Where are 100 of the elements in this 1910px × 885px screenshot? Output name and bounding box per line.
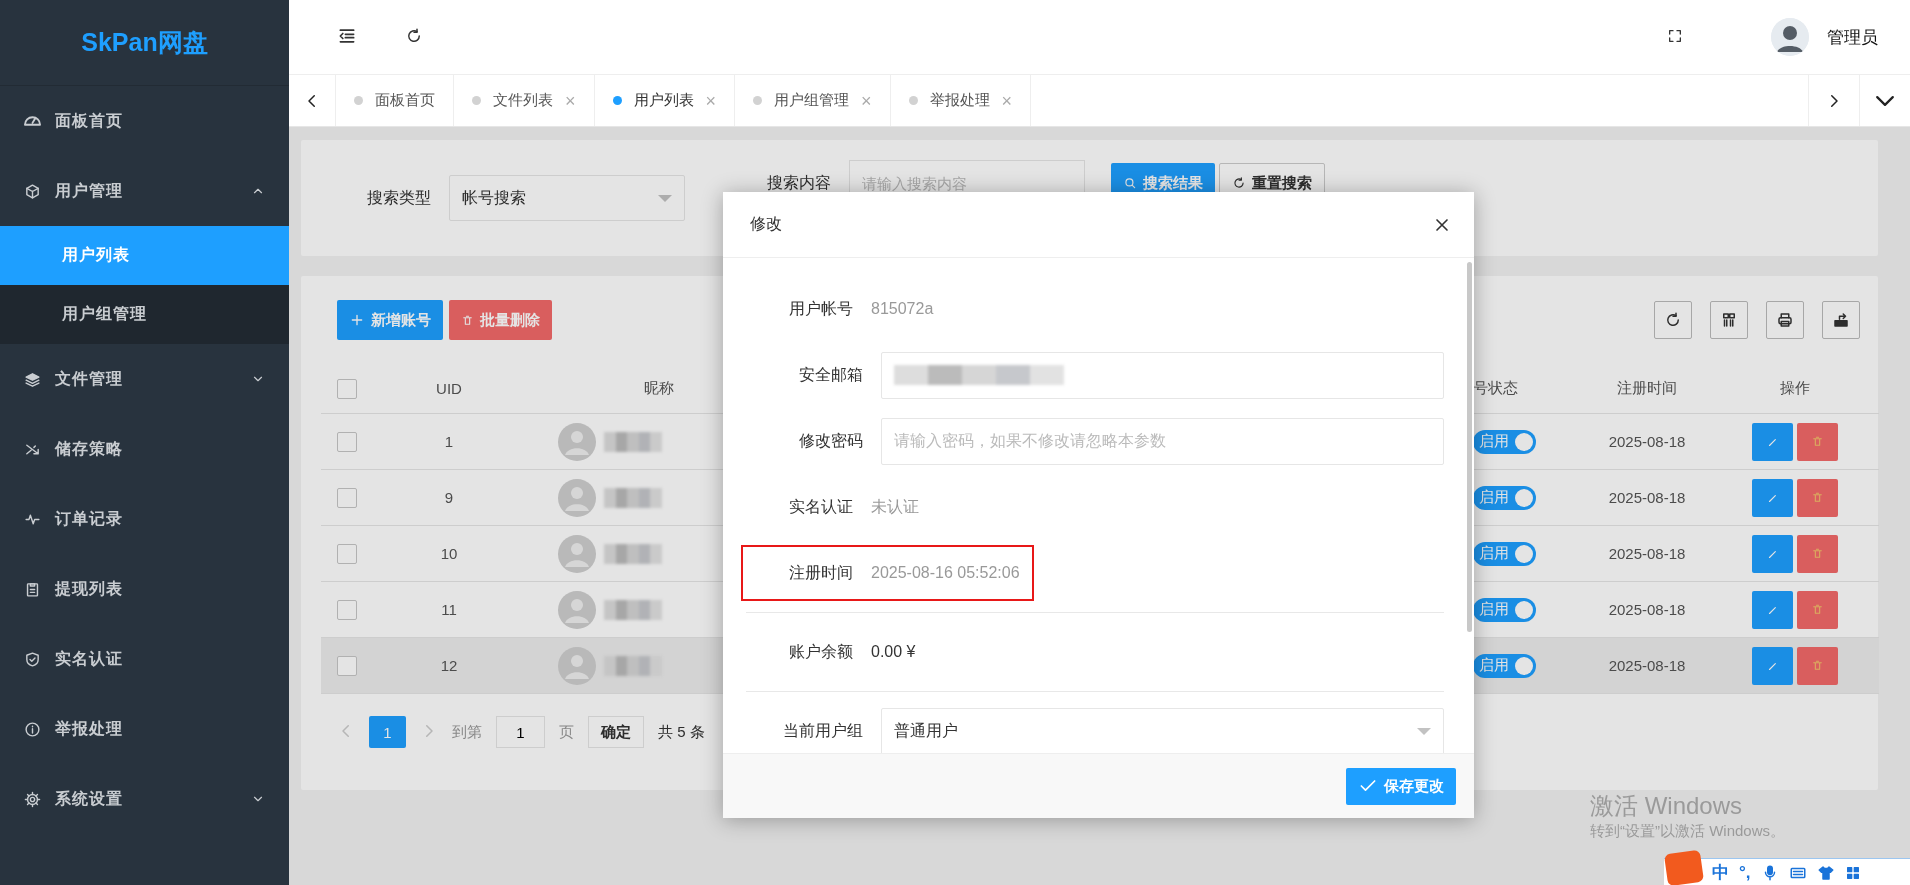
columns-button[interactable]: [1710, 301, 1748, 339]
chevron-down-icon: [1876, 95, 1894, 106]
form-label: 账户余额: [788, 641, 854, 662]
print-button[interactable]: [1766, 301, 1804, 339]
ime-punct-button[interactable]: °,: [1739, 862, 1751, 883]
password-field[interactable]: 请输入密码，如果不修改请忽略本参数: [881, 417, 1444, 465]
sidebar-item[interactable]: 提现列表: [0, 554, 289, 624]
delete-button[interactable]: [1797, 590, 1838, 629]
printer-icon: [1776, 311, 1794, 329]
user-name[interactable]: 管理员: [1827, 25, 1878, 49]
column-header: UID: [436, 380, 462, 397]
avatar-icon: [558, 478, 596, 517]
uid-cell: 1: [444, 433, 454, 450]
delete-button[interactable]: [1797, 646, 1838, 685]
sidebar-item[interactable]: 订单记录: [0, 484, 289, 554]
delete-button[interactable]: [1797, 478, 1838, 517]
search-content-label: 搜索内容: [767, 172, 831, 193]
blurred-text: [604, 599, 662, 620]
dot-icon: [472, 96, 481, 105]
search-type-label: 搜索类型: [367, 187, 431, 208]
dialog-title: 修改: [750, 214, 782, 234]
date-cell: 2025-08-18: [1608, 545, 1686, 562]
sidebar-item[interactable]: 面板首页: [0, 86, 289, 156]
columns-icon: [1720, 311, 1738, 329]
column-header: 操作: [1780, 379, 1810, 398]
page-tab[interactable]: 用户组管理 ×: [735, 75, 891, 126]
form-label: 当前用户组: [782, 720, 864, 741]
delete-button[interactable]: [1797, 422, 1838, 461]
row-checkbox[interactable]: [337, 599, 357, 620]
date-cell: 2025-08-18: [1608, 433, 1686, 450]
row-checkbox[interactable]: [337, 543, 357, 564]
dot-icon: [612, 96, 622, 105]
uid-cell: 12: [440, 657, 458, 674]
dot-icon: [908, 96, 918, 105]
date-cell: 2025-08-18: [1608, 489, 1686, 506]
refresh-button[interactable]: [1654, 301, 1692, 339]
dot-icon: [354, 96, 363, 105]
trash-icon: [1811, 603, 1824, 616]
page-tab[interactable]: 面板首页: [336, 75, 454, 126]
sidebar-item[interactable]: 系统设置: [0, 764, 289, 834]
field-value: 815072a: [871, 300, 934, 318]
total-count: 共 5 条: [658, 722, 705, 742]
page-tab[interactable]: 文件列表 ×: [454, 75, 595, 126]
form-label: 用户帐号: [788, 298, 854, 319]
sidebar-item[interactable]: 文件管理: [0, 344, 289, 414]
apps-icon: [1844, 864, 1861, 881]
trash-icon: [1811, 435, 1824, 448]
trash-icon: [1811, 547, 1824, 560]
blurred-text: [604, 655, 662, 676]
shield-icon: [24, 650, 41, 668]
row-checkbox[interactable]: [337, 487, 357, 508]
select-all-checkbox[interactable]: [337, 378, 357, 399]
confirm-button[interactable]: 确定: [588, 716, 644, 748]
row-checkbox[interactable]: [337, 655, 357, 676]
refresh-icon: [405, 26, 423, 45]
field-value: 未认证: [871, 496, 919, 517]
blurred-text: [604, 543, 662, 564]
delete-button[interactable]: [1797, 534, 1838, 573]
gauge-icon: [24, 116, 41, 126]
activation-title: 激活 Windows: [1590, 791, 1744, 821]
export-button[interactable]: [1822, 301, 1860, 339]
sidebar-item[interactable]: 储存策略: [0, 414, 289, 484]
avatar-icon: [558, 534, 596, 573]
edit-button[interactable]: [1752, 590, 1793, 629]
ime-mode-button[interactable]: 中: [1712, 861, 1729, 884]
date-cell: 2025-08-18: [1608, 657, 1686, 674]
fullscreen-icon: [1667, 27, 1683, 44]
cube-icon: [24, 182, 41, 200]
activation-hint: 转到“设置”以激活 Windows。: [1590, 822, 1785, 841]
page-tab[interactable]: 举报处理 ×: [890, 75, 1032, 126]
info-icon: [24, 720, 41, 738]
search-icon: [1123, 176, 1137, 190]
page-tab[interactable]: 用户列表 ×: [594, 75, 736, 126]
refresh-icon: [1664, 311, 1682, 329]
shirt-icon: [1816, 863, 1835, 882]
trash-icon: [1811, 659, 1824, 672]
gear-icon: [24, 790, 41, 808]
page-input[interactable]: 1: [496, 716, 545, 748]
edit-button[interactable]: [1752, 534, 1793, 573]
column-header: 号状态: [1473, 379, 1518, 398]
trash-icon: [461, 313, 474, 327]
sidebar-item[interactable]: 用户管理: [0, 156, 289, 226]
plus-icon: [349, 312, 365, 328]
sidebar-item[interactable]: 举报处理: [0, 694, 289, 764]
page-unit: 页: [559, 722, 574, 742]
search-type-select[interactable]: 帐号搜索: [449, 175, 685, 221]
avatar-icon: [558, 422, 596, 461]
field-value: 2025-08-16 05:52:06: [871, 564, 1020, 582]
edit-button[interactable]: [1752, 422, 1793, 461]
sidebar-item[interactable]: 实名认证: [0, 624, 289, 694]
avatar-icon: [558, 590, 596, 629]
goto-label: 到第: [452, 722, 482, 742]
edit-button[interactable]: [1752, 478, 1793, 517]
row-checkbox[interactable]: [337, 431, 357, 452]
dot-icon: [753, 96, 763, 105]
sidebar-subitem[interactable]: 用户组管理: [0, 285, 289, 344]
blurred-text: [604, 431, 662, 452]
email-field[interactable]: [881, 351, 1444, 399]
clipboard-icon: [24, 580, 41, 598]
edit-button[interactable]: [1752, 646, 1793, 685]
